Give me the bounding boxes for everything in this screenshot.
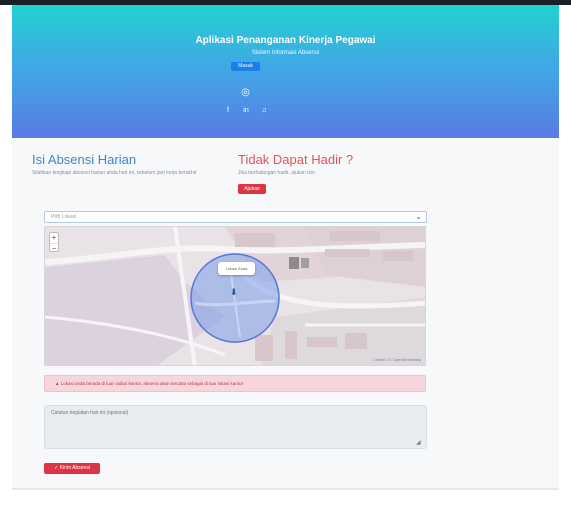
facebook-icon[interactable]: f — [222, 106, 234, 116]
map-marker-icon[interactable]: ⬇ — [230, 288, 238, 297]
attendance-title: Isi Absensi Harian — [32, 152, 137, 167]
absence-intro: Tidak Dapat Hadir ? Jika berhalangan had… — [238, 152, 438, 195]
resize-grip-icon[interactable]: ◢ — [416, 440, 421, 447]
zoom-in-button[interactable]: + — [50, 233, 58, 243]
map-zoom-controls: + − — [49, 232, 59, 253]
linkedin-icon[interactable]: in — [240, 106, 252, 116]
header-badge-button[interactable]: Masuk — [231, 62, 260, 71]
submit-attendance-button[interactable]: ✓ Kirim Absensi — [44, 463, 100, 474]
zoom-out-button[interactable]: − — [50, 243, 58, 253]
instagram-icon[interactable]: ◎ — [240, 87, 251, 98]
hero-header: Aplikasi Penanganan Kinerja Pegawai Sist… — [12, 5, 559, 138]
chevron-down-icon: ⌄ — [415, 212, 422, 221]
attendance-description: Silahkan lengkapi absensi harian anda ha… — [32, 170, 197, 176]
location-select[interactable]: Pilih Lokasi ⌄ — [44, 211, 427, 223]
location-alert: ▲ Lokasi anda berada di luar radius kant… — [44, 375, 426, 392]
absence-description: Jika berhalangan hadir, ajukan izin — [238, 170, 315, 176]
app-subtitle: Sistem Informasi Absensi — [251, 50, 320, 56]
social-links: f in ♫ — [222, 106, 270, 116]
attendance-intro: Isi Absensi Harian Silahkan lengkapi abs… — [32, 152, 232, 177]
map-popup: Lokasi Anda — [218, 262, 255, 275]
location-map[interactable]: + − Lokasi Anda ⬇ Leaflet | © OpenStreet… — [44, 226, 426, 366]
location-select-value: Pilih Lokasi — [51, 214, 77, 220]
twitter-icon[interactable]: ♫ — [258, 106, 270, 116]
map-attribution[interactable]: Leaflet | © OpenStreetMap — [373, 357, 421, 362]
app-title: Aplikasi Penanganan Kinerja Pegawai — [195, 35, 376, 46]
notes-textarea[interactable] — [44, 405, 427, 449]
absence-title: Tidak Dapat Hadir ? — [238, 152, 354, 167]
location-alert-text: ▲ Lokasi anda berada di luar radius kant… — [55, 381, 244, 386]
absence-request-button[interactable]: Ajukan — [238, 184, 266, 194]
page-bottom-divider — [12, 488, 559, 490]
